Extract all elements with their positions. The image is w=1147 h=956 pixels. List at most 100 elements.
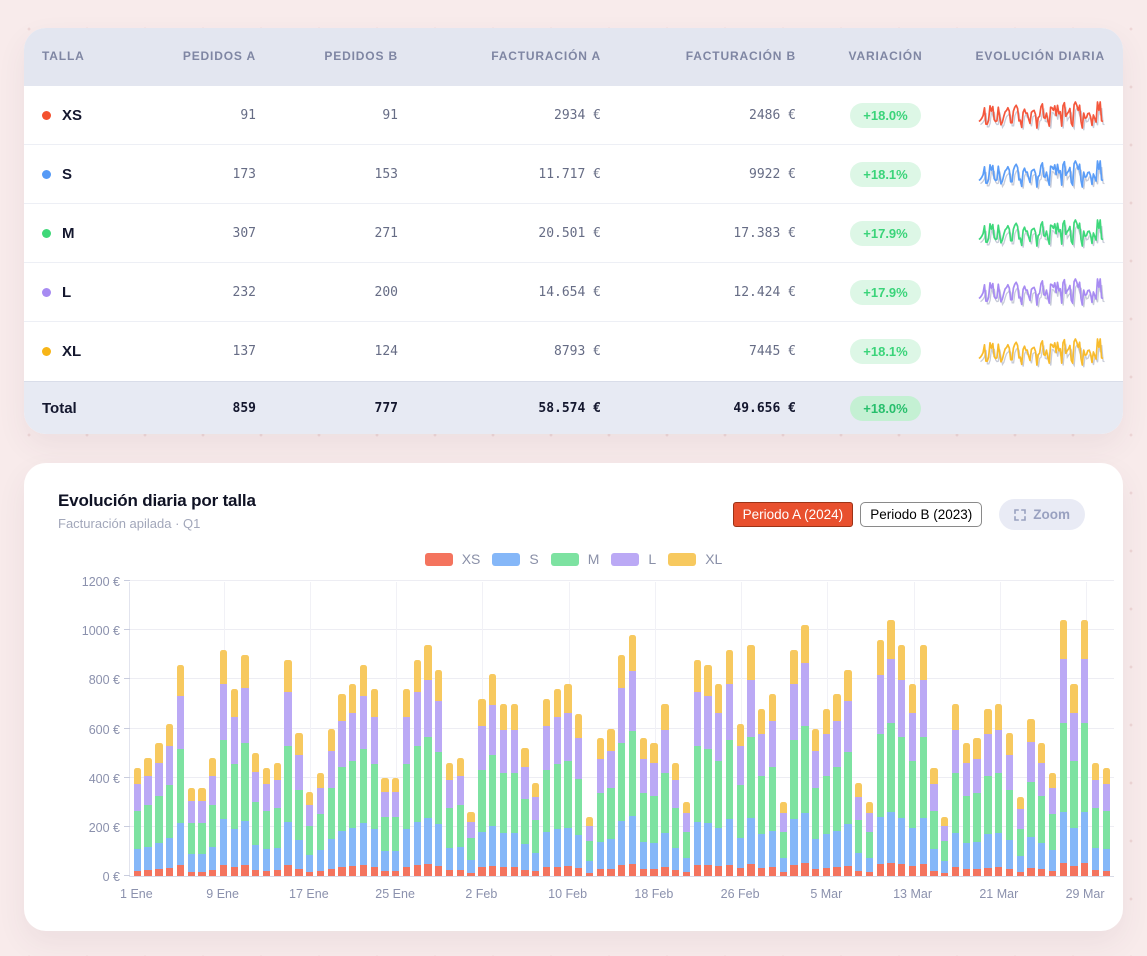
legend-item-s[interactable]: S [492,551,538,567]
bar-day-36[interactable] [511,704,518,876]
bar-day-73[interactable] [909,684,916,876]
bar-day-90[interactable] [1092,763,1099,876]
bar-day-64[interactable] [812,729,819,877]
bar-day-59[interactable] [758,709,765,876]
bar-day-54[interactable] [704,665,711,876]
chart-legend: XS SML XL [24,551,1123,567]
bar-day-14[interactable] [274,763,281,876]
bar-day-85[interactable] [1038,743,1045,876]
bar-day-76[interactable] [941,817,948,876]
bar-day-30[interactable] [446,763,453,876]
bar-day-7[interactable] [198,788,205,877]
bar-day-88[interactable] [1070,684,1077,876]
bar-day-9[interactable] [220,650,227,876]
bar-day-74[interactable] [920,645,927,876]
bar-day-28[interactable] [424,645,431,876]
bar-day-23[interactable] [371,689,378,876]
bar-day-19[interactable] [328,729,335,877]
bar-day-78[interactable] [963,743,970,876]
bar-day-77[interactable] [952,704,959,876]
bar-day-68[interactable] [855,783,862,876]
bar-day-11[interactable] [241,655,248,876]
bar-day-56[interactable] [726,650,733,876]
bar-day-72[interactable] [898,645,905,876]
bar-day-57[interactable] [737,724,744,876]
bar-day-87[interactable] [1060,620,1067,876]
bar-day-49[interactable] [650,743,657,876]
bar-day-67[interactable] [844,670,851,877]
bar-day-24[interactable] [381,778,388,876]
bar-day-29[interactable] [435,670,442,877]
bar-day-8[interactable] [209,758,216,876]
bar-day-47[interactable] [629,635,636,876]
bar-day-89[interactable] [1081,620,1088,876]
bar-day-26[interactable] [403,689,410,876]
bar-day-81[interactable] [995,704,1002,876]
bar-day-80[interactable] [984,709,991,876]
bar-day-3[interactable] [155,743,162,876]
bar-day-46[interactable] [618,655,625,876]
legend-item-l[interactable]: L [611,551,656,567]
bar-day-60[interactable] [769,694,776,876]
bar-day-34[interactable] [489,674,496,876]
bar-day-58[interactable] [747,645,754,876]
bar-day-2[interactable] [144,758,151,876]
bar-day-17[interactable] [306,792,313,876]
bar-day-33[interactable] [478,699,485,876]
bar-day-10[interactable] [231,689,238,876]
bar-day-38[interactable] [532,783,539,876]
bar-day-35[interactable] [500,704,507,876]
bar-day-61[interactable] [780,802,787,876]
bar-day-18[interactable] [317,773,324,876]
bar-day-39[interactable] [543,699,550,876]
bar-day-37[interactable] [521,748,528,876]
bar-day-32[interactable] [467,812,474,876]
bar-day-82[interactable] [1006,733,1013,876]
bar-day-83[interactable] [1017,797,1024,876]
bar-day-25[interactable] [392,778,399,876]
bar-day-44[interactable] [597,738,604,876]
bar-day-69[interactable] [866,802,873,876]
bar-day-71[interactable] [887,620,894,876]
bar-day-41[interactable] [564,684,571,876]
bar-day-5[interactable] [177,665,184,876]
bar-day-86[interactable] [1049,773,1056,876]
bar-day-63[interactable] [801,625,808,876]
bar-day-4[interactable] [166,724,173,876]
bar-day-79[interactable] [973,738,980,876]
bar-day-1[interactable] [134,768,141,876]
bar-day-13[interactable] [263,768,270,876]
bar-day-65[interactable] [823,709,830,876]
period-b-button[interactable]: Periodo B (2023) [860,502,982,527]
bar-day-22[interactable] [360,665,367,876]
bar-day-40[interactable] [554,689,561,876]
bar-day-16[interactable] [295,733,302,876]
legend-item-m[interactable]: M [551,551,600,567]
bar-day-70[interactable] [877,640,884,876]
zoom-button[interactable]: Zoom [999,499,1085,530]
bar-day-20[interactable] [338,694,345,876]
legend-item-xl[interactable]: XL [668,551,722,567]
bar-day-45[interactable] [607,729,614,877]
bar-day-66[interactable] [833,694,840,876]
bar-day-51[interactable] [672,763,679,876]
bar-day-48[interactable] [640,738,647,876]
period-a-button[interactable]: Periodo A (2024) [733,502,854,527]
bar-day-55[interactable] [715,684,722,876]
bar-day-12[interactable] [252,753,259,876]
bar-day-84[interactable] [1027,719,1034,876]
bar-day-62[interactable] [790,650,797,876]
bar-day-42[interactable] [575,714,582,876]
bar-day-50[interactable] [661,704,668,876]
bar-day-6[interactable] [188,788,195,877]
bar-day-15[interactable] [284,660,291,876]
bar-day-31[interactable] [457,758,464,876]
bar-day-52[interactable] [683,802,690,876]
legend-item-xs[interactable]: XS [425,551,481,567]
bar-day-27[interactable] [414,660,421,876]
bar-day-75[interactable] [930,768,937,876]
bar-day-91[interactable] [1103,768,1110,876]
bar-day-43[interactable] [586,817,593,876]
bar-day-21[interactable] [349,684,356,876]
bar-day-53[interactable] [694,660,701,876]
